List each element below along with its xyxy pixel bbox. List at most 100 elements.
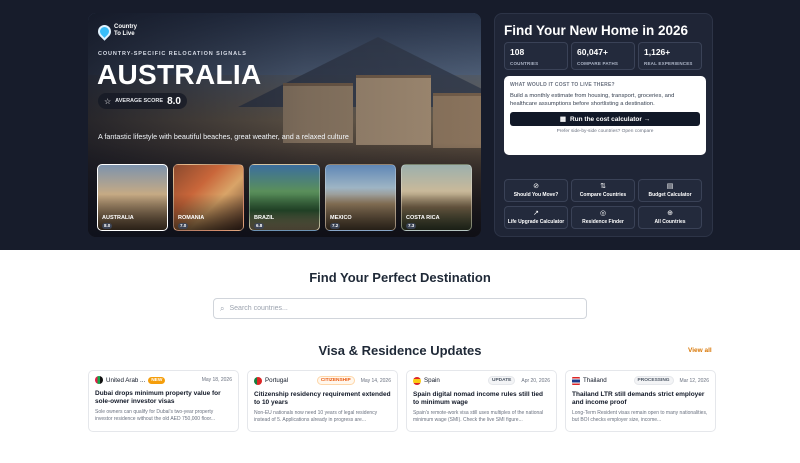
tools-grid: ⊘ Should You Move? ⇅ Compare Countries ▤… xyxy=(504,179,702,229)
portugal-flag-icon xyxy=(254,376,262,385)
card-headline: Spain digital nomad income rules still t… xyxy=(413,391,544,406)
card-country: United Arab ... xyxy=(106,376,146,384)
cost-description: Build a monthly estimate from housing, t… xyxy=(510,93,675,107)
tool-all-countries[interactable]: ⊕ All Countries xyxy=(638,206,702,229)
open-compare-link[interactable]: Prefer side-by-side countries? Open comp… xyxy=(510,129,700,134)
cost-calculator-card: WHAT WOULD IT COST TO LIVE THERE? Build … xyxy=(504,76,706,155)
search-icon: ⌕ xyxy=(220,303,225,313)
uae-flag-icon xyxy=(95,376,103,384)
thumb-score: 7.0 xyxy=(178,223,189,229)
stat-caption: REAL EXPERIENCES xyxy=(644,61,693,66)
card-country: Thailand xyxy=(583,377,607,384)
score-label: AVERAGE SCORE xyxy=(115,98,164,104)
tool-budget-calculator[interactable]: ▤ Budget Calculator xyxy=(638,179,702,202)
thumb-name: MEXICO xyxy=(330,215,352,221)
tool-label: Compare Countries xyxy=(579,192,627,198)
card-badge: UPDATE xyxy=(487,376,516,385)
tool-label: Should You Move? xyxy=(513,192,559,198)
card-country: Spain xyxy=(424,377,440,384)
location-pin-icon xyxy=(95,21,114,41)
logo-text: Country To Live xyxy=(114,24,137,37)
card-badge: CITIZENSHIP xyxy=(316,376,355,385)
update-card[interactable]: United Arab ... NEW May 18, 2026 Dubai d… xyxy=(88,370,239,432)
stat-caption: COUNTRIES xyxy=(510,61,539,66)
stat-compare-paths: 60,047+ COMPARE PATHS xyxy=(571,42,635,70)
update-card[interactable]: Portugal CITIZENSHIP May 14, 2026 Citize… xyxy=(247,370,398,432)
compare-icon: ⇅ xyxy=(600,183,606,190)
globe-icon: ⊕ xyxy=(667,210,673,217)
average-score-badge: ☆ AVERAGE SCORE 8.0 xyxy=(98,93,187,109)
card-date: May 14, 2026 xyxy=(360,377,391,384)
search-input[interactable] xyxy=(229,305,560,312)
star-icon: ☆ xyxy=(104,96,112,106)
stat-number: 108 xyxy=(510,47,525,57)
thumb-name: ROMANIA xyxy=(178,215,205,221)
trend-icon: ↗ xyxy=(533,210,539,217)
calculator-icon: ▦ xyxy=(559,116,566,123)
card-headline: Citizenship residency requirement extend… xyxy=(254,391,391,406)
tool-should-you-move[interactable]: ⊘ Should You Move? xyxy=(504,179,568,202)
update-card[interactable]: Spain UPDATE Apr 20, 2026 Spain digital … xyxy=(406,370,557,432)
card-body: Sole owners can qualify for Dubai's two-… xyxy=(95,409,216,422)
tool-label: Budget Calculator xyxy=(648,192,692,198)
thumb-brazil[interactable]: BRAZIL 6.8 xyxy=(249,164,320,231)
thumb-score: 7.2 xyxy=(330,223,341,229)
thumb-score: 8.0 xyxy=(102,223,113,229)
featured-country-card[interactable]: Country To Live COUNTRY-SPECIFIC RELOCAT… xyxy=(88,13,481,237)
spain-flag-icon xyxy=(413,376,421,385)
card-badge: NEW xyxy=(148,376,166,384)
thumb-australia[interactable]: AUSTRALIA 8.0 xyxy=(97,164,168,231)
tool-compare-countries[interactable]: ⇅ Compare Countries xyxy=(571,179,635,202)
panel-title: Find Your New Home in 2026 xyxy=(504,23,689,38)
tool-label: All Countries xyxy=(654,219,686,225)
stat-number: 1,126+ xyxy=(644,47,671,57)
stat-number: 60,047+ xyxy=(577,47,608,57)
question-icon: ⊘ xyxy=(533,183,539,190)
thumb-name: COSTA RICA xyxy=(406,215,440,221)
tool-residence-finder[interactable]: ◎ Residence Finder xyxy=(571,206,635,229)
compass-icon: ◎ xyxy=(599,210,607,217)
card-body: Non-EU nationals now need 10 years of le… xyxy=(254,410,378,423)
hero-tagline: A fantastic lifestyle with beautiful bea… xyxy=(98,132,349,141)
destination-title: Find Your Perfect Destination xyxy=(309,270,491,285)
card-body: Spain's remote-work visa still uses mult… xyxy=(413,410,544,423)
run-cost-calculator-button[interactable]: ▦ Run the cost calculator → xyxy=(510,112,700,126)
stat-countries: 108 COUNTRIES xyxy=(504,42,568,70)
site-logo[interactable]: Country To Live xyxy=(95,21,142,41)
new-home-panel: Find Your New Home in 2026 108 COUNTRIES… xyxy=(494,13,713,237)
card-body: Long-Term Resident visas remain open to … xyxy=(572,410,708,423)
score-value: 8.0 xyxy=(167,95,181,107)
tool-label: Life Upgrade Calculator xyxy=(507,219,565,225)
updates-cards: United Arab ... NEW May 18, 2026 Dubai d… xyxy=(88,370,716,432)
search-box[interactable]: ⌕ xyxy=(213,298,587,319)
hero-subtitle: COUNTRY-SPECIFIC RELOCATION SIGNALS xyxy=(98,51,247,57)
thumb-score: 7.3 xyxy=(406,223,417,229)
tool-label: Residence Finder xyxy=(582,219,624,225)
hero-country-title: AUSTRALIA xyxy=(97,59,262,90)
thumb-name: BRAZIL xyxy=(254,215,275,221)
stat-caption: COMPARE PATHS xyxy=(577,61,619,66)
card-badge: PROCESSING xyxy=(633,376,674,385)
thailand-flag-icon xyxy=(572,376,580,385)
thumb-costa-rica[interactable]: COSTA RICA 7.3 xyxy=(401,164,472,231)
card-country: Portugal xyxy=(265,377,289,384)
card-date: May 18, 2026 xyxy=(201,377,232,383)
updates-title: Visa & Residence Updates xyxy=(318,343,482,358)
card-headline: Dubai drops minimum property value for s… xyxy=(95,390,221,405)
view-all-link[interactable]: View all xyxy=(688,347,712,354)
country-thumbnails: AUSTRALIA 8.0 ROMANIA 7.0 BRAZIL 6.8 MEX… xyxy=(97,164,472,231)
button-label: Run the cost calculator → xyxy=(569,115,651,123)
tool-life-upgrade-calculator[interactable]: ↗ Life Upgrade Calculator xyxy=(504,206,568,229)
cost-question: WHAT WOULD IT COST TO LIVE THERE? xyxy=(510,82,615,88)
card-date: Mar 12, 2026 xyxy=(679,377,709,384)
update-card[interactable]: Thailand PROCESSING Mar 12, 2026 Thailan… xyxy=(565,370,716,432)
card-date: Apr 20, 2026 xyxy=(521,377,550,384)
stat-real-experiences: 1,126+ REAL EXPERIENCES xyxy=(638,42,702,70)
calculator-icon: ▤ xyxy=(666,183,674,190)
stats-row: 108 COUNTRIES 60,047+ COMPARE PATHS 1,12… xyxy=(504,42,702,70)
thumb-name: AUSTRALIA xyxy=(102,215,134,221)
thumb-mexico[interactable]: MEXICO 7.2 xyxy=(325,164,396,231)
thumb-score: 6.8 xyxy=(254,223,265,229)
card-headline: Thailand LTR still demands strict employ… xyxy=(572,391,705,406)
thumb-romania[interactable]: ROMANIA 7.0 xyxy=(173,164,244,231)
